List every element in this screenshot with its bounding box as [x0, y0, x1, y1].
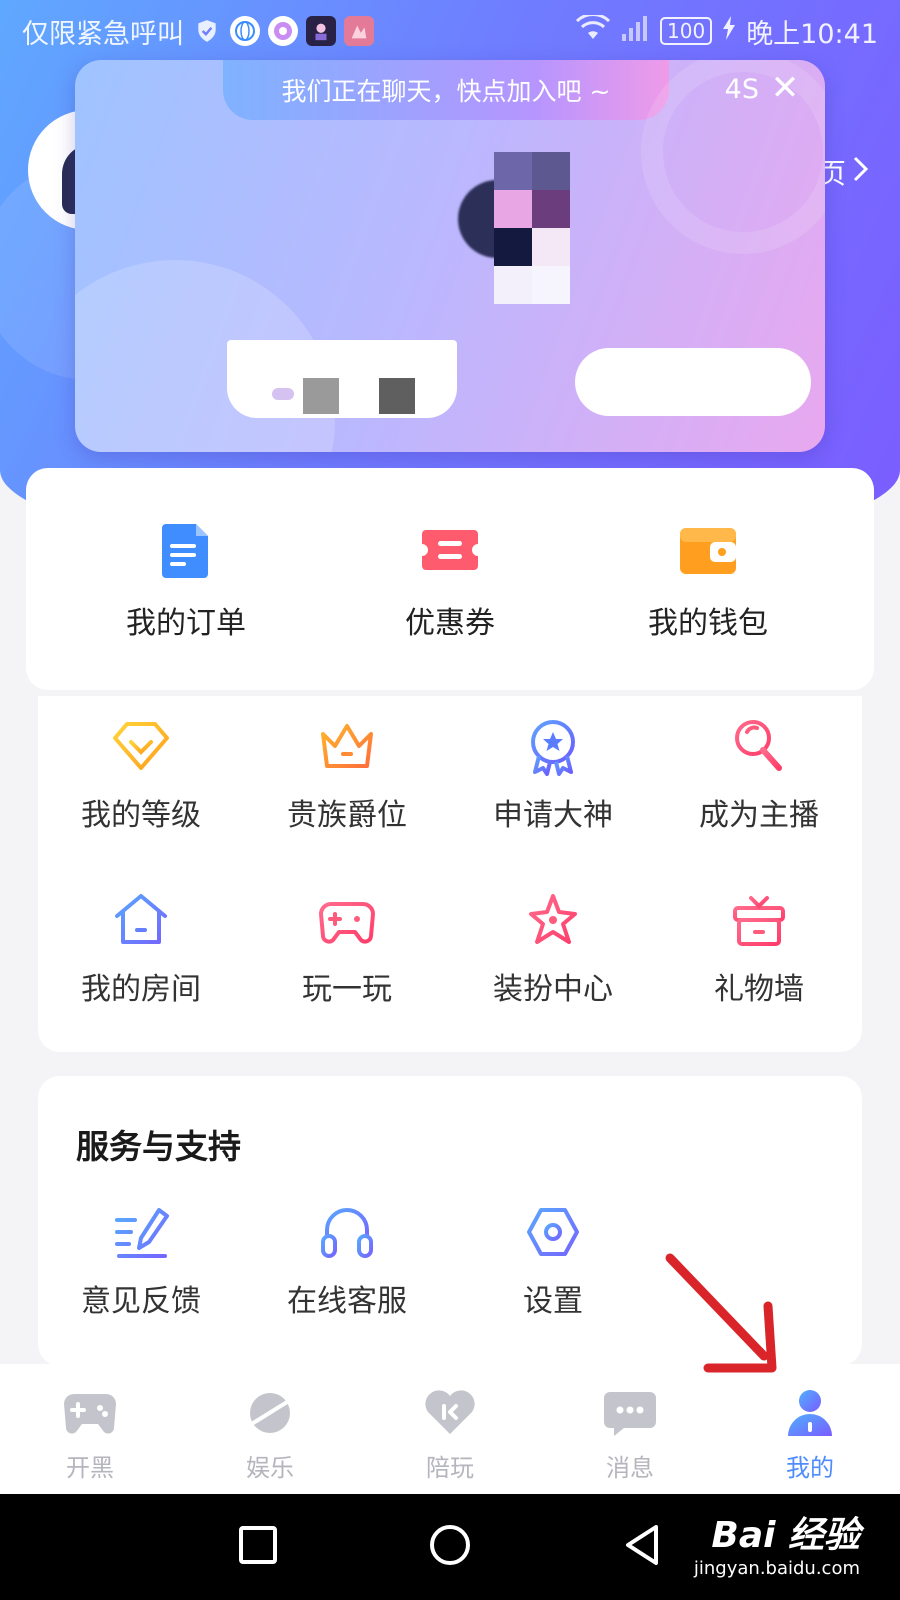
chevron-right-icon — [852, 155, 870, 190]
tab-companion-label: 陪玩 — [426, 1454, 474, 1482]
my-wallet-button[interactable]: 我的钱包 — [608, 520, 808, 642]
play-games-label: 玩一玩 — [302, 972, 392, 1007]
dress-up-center-button[interactable]: 装扮中心 — [450, 890, 656, 1008]
charging-icon — [722, 15, 736, 47]
baidu-jingyan-watermark: Bai 经验 jingyan.baidu.com — [694, 1506, 860, 1579]
noble-rank-label: 贵族爵位 — [287, 798, 407, 833]
online-support-button[interactable]: 在线客服 — [244, 1202, 450, 1320]
watermark-url-text: jingyan.baidu.com — [693, 1558, 860, 1579]
popup-countdown: 4S — [724, 74, 759, 105]
settings-label: 设置 — [523, 1284, 583, 1319]
feedback-button[interactable]: 意见反馈 — [38, 1202, 244, 1320]
service-section-title: 服务与支持 — [76, 1127, 241, 1166]
person-tab-icon — [782, 1388, 838, 1438]
heart-tab-icon — [422, 1388, 478, 1438]
mosaic-avatar — [458, 152, 574, 304]
photo-app-icon — [344, 16, 374, 46]
my-orders-label: 我的订单 — [126, 606, 246, 641]
back-triangle-icon[interactable] — [622, 1523, 662, 1571]
my-wallet-label: 我的钱包 — [648, 606, 768, 641]
crown-icon — [317, 716, 377, 776]
dress-up-center-label: 装扮中心 — [493, 972, 613, 1007]
wallet-icon — [678, 520, 738, 580]
coupons-label: 优惠券 — [405, 606, 495, 641]
carrier-text: 仅限紧急呼叫 — [22, 18, 184, 50]
settings-button[interactable]: 设置 — [450, 1202, 656, 1320]
signal-icon — [620, 14, 650, 49]
my-level-label: 我的等级 — [81, 798, 201, 833]
become-streamer-label: 成为主播 — [699, 798, 819, 833]
profile-homepage-link[interactable]: 页 — [818, 152, 870, 192]
gift-wall-button[interactable]: 礼物墙 — [656, 890, 862, 1008]
order-document-icon — [156, 520, 216, 580]
battery-indicator: 100 — [660, 17, 713, 45]
popup-banner: 我们正在聊天，快点加入吧 ~ — [223, 60, 669, 120]
tab-messages[interactable]: 消息 — [540, 1364, 720, 1494]
feedback-pen-icon — [111, 1202, 171, 1262]
status-bar: 仅限紧急呼叫 100 晚上10:41 — [0, 0, 900, 62]
popup-join-button[interactable] — [575, 348, 811, 416]
diamond-level-icon — [111, 716, 171, 776]
star-icon — [523, 890, 583, 950]
shield-icon — [192, 16, 222, 46]
tab-kaihei[interactable]: 开黑 — [0, 1364, 180, 1494]
gift-icon — [729, 890, 789, 950]
tab-entertainment[interactable]: 娱乐 — [180, 1364, 360, 1494]
clock-text: 晚上10:41 — [746, 18, 878, 50]
popup-decline-button[interactable] — [227, 340, 457, 418]
my-orders-button[interactable]: 我的订单 — [86, 520, 286, 642]
annotation-arrow-icon — [665, 1253, 777, 1373]
apply-master-button[interactable]: 申请大神 — [450, 716, 656, 834]
feature-grid-card: 我的等级 贵族爵位 申请大神 成为主播 我的房间 玩一玩 装扮中心 礼物墙 — [38, 696, 862, 1052]
settings-hexagon-icon — [523, 1202, 583, 1262]
chat-app-icon — [268, 16, 298, 46]
coupon-ticket-icon — [420, 520, 480, 580]
tab-entertainment-label: 娱乐 — [246, 1454, 294, 1482]
browser-app-icon — [230, 16, 260, 46]
medal-badge-icon — [523, 716, 583, 776]
gift-wall-label: 礼物墙 — [714, 972, 804, 1007]
message-tab-icon — [602, 1388, 658, 1438]
watermark-main-text: Bai 经验 — [711, 1515, 860, 1556]
house-icon — [111, 890, 171, 950]
microphone-icon — [729, 716, 789, 776]
my-room-button[interactable]: 我的房间 — [38, 890, 244, 1008]
my-room-label: 我的房间 — [81, 972, 201, 1007]
tab-me-label: 我的 — [786, 1454, 834, 1482]
tab-messages-label: 消息 — [606, 1454, 654, 1482]
home-circle-icon[interactable] — [428, 1523, 472, 1571]
gamepad-icon — [317, 890, 377, 950]
tab-kaihei-label: 开黑 — [66, 1454, 114, 1482]
apply-master-label: 申请大神 — [493, 798, 613, 833]
planet-tab-icon — [242, 1388, 298, 1438]
headset-icon — [317, 1202, 377, 1262]
game-app-icon — [306, 16, 336, 46]
coupons-button[interactable]: 优惠券 — [350, 520, 550, 642]
bottom-tab-bar: 开黑 娱乐 陪玩 消息 我的 — [0, 1364, 900, 1494]
noble-rank-button[interactable]: 贵族爵位 — [244, 716, 450, 834]
play-games-button[interactable]: 玩一玩 — [244, 890, 450, 1008]
my-level-button[interactable]: 我的等级 — [38, 716, 244, 834]
chat-invite-popup: 我们正在聊天，快点加入吧 ~ 4S ✕ — [75, 60, 825, 452]
recent-apps-square-icon[interactable] — [238, 1525, 278, 1569]
become-streamer-button[interactable]: 成为主播 — [656, 716, 862, 834]
tab-companion[interactable]: 陪玩 — [360, 1364, 540, 1494]
quick-actions-card: 我的订单 优惠券 我的钱包 — [26, 468, 874, 690]
tab-me[interactable]: 我的 — [720, 1364, 900, 1494]
close-icon[interactable]: ✕ — [767, 68, 803, 108]
wifi-icon — [575, 12, 611, 48]
online-support-label: 在线客服 — [287, 1284, 407, 1319]
gamepad-tab-icon — [62, 1388, 118, 1438]
feedback-label: 意见反馈 — [81, 1284, 201, 1319]
